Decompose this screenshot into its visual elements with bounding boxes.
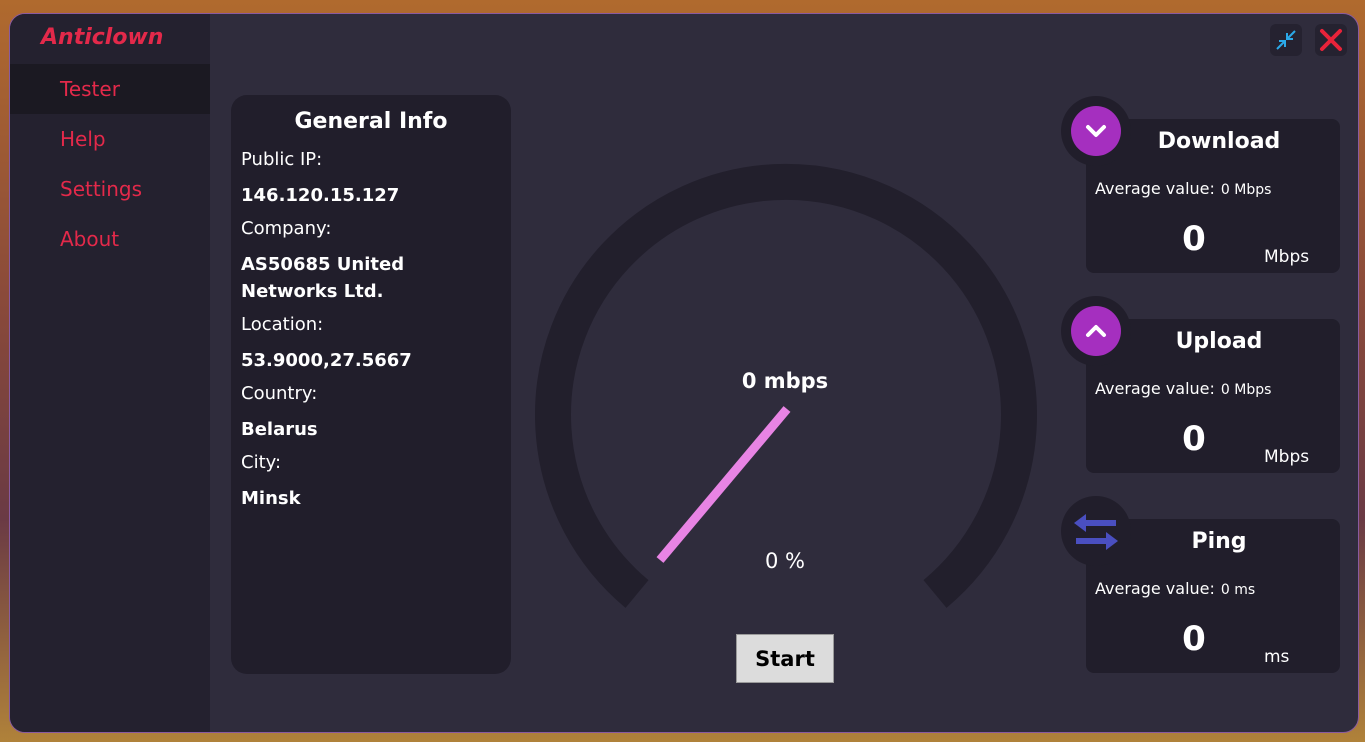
gauge-needle [656,406,791,563]
close-x-icon [1320,29,1342,51]
company-value: AS50685 United Networks Ltd. [241,254,405,302]
ping-badge [1061,496,1131,566]
sidebar-nav: Tester Help Settings About [10,64,210,264]
public-ip-label: Public IP: [241,149,323,170]
city-value: Minsk [241,488,301,509]
country-label: Country: [241,383,318,404]
chevron-up-icon [1086,325,1106,337]
ping-average: Average value: 0 ms [1095,579,1255,598]
chevron-down-icon [1086,125,1106,137]
sidebar: Anticlown Tester Help Settings About [10,14,210,732]
ping-average-label: Average value: [1095,579,1215,598]
upload-average-label: Average value: [1095,379,1215,398]
upload-average-value: 0 Mbps [1220,382,1272,398]
download-badge [1061,96,1131,166]
download-average-label: Average value: [1095,179,1215,198]
upload-badge [1061,296,1131,366]
ping-unit: ms [1264,647,1290,667]
company-label: Company: [241,218,332,239]
country-value: Belarus [241,419,318,440]
download-unit: Mbps [1264,247,1310,267]
speed-readout: 0 mbps [741,369,829,393]
minimize-button[interactable] [1270,24,1302,56]
nav-item-help[interactable]: Help [10,114,210,164]
location-label: Location: [241,314,324,335]
close-button[interactable] [1315,24,1347,56]
app-title: Anticlown [41,25,164,50]
download-average-value: 0 Mbps [1220,182,1272,198]
location-value: 53.9000,27.5667 [241,350,412,371]
general-info-title: General Info [294,109,448,134]
upload-title: Upload [1175,329,1263,354]
upload-value: 0 [1182,419,1206,459]
city-label: City: [241,452,282,473]
upload-average: Average value: 0 Mbps [1095,379,1271,398]
progress-percent: 0 % [765,549,805,573]
app-window: Anticlown Tester Help Settings About Gen… [9,13,1359,733]
download-value: 0 [1182,219,1206,259]
download-average: Average value: 0 Mbps [1095,179,1271,198]
nav-item-settings[interactable]: Settings [10,164,210,214]
ping-title: Ping [1191,529,1247,554]
download-title: Download [1157,129,1281,154]
general-info-card: General Info Public IP: 146.120.15.127 C… [231,95,511,674]
collapse-arrows-icon [1276,30,1296,50]
upload-unit: Mbps [1264,447,1310,467]
nav-item-tester[interactable]: Tester [10,64,210,114]
general-info-list: Public IP: 146.120.15.127 Company: AS506… [231,134,441,512]
ping-value: 0 [1182,619,1206,659]
nav-item-about[interactable]: About [10,214,210,264]
swap-arrows-icon [1074,514,1118,550]
public-ip-value: 146.120.15.127 [241,185,400,206]
ping-average-value: 0 ms [1220,582,1256,598]
start-button[interactable]: Start [736,634,834,683]
